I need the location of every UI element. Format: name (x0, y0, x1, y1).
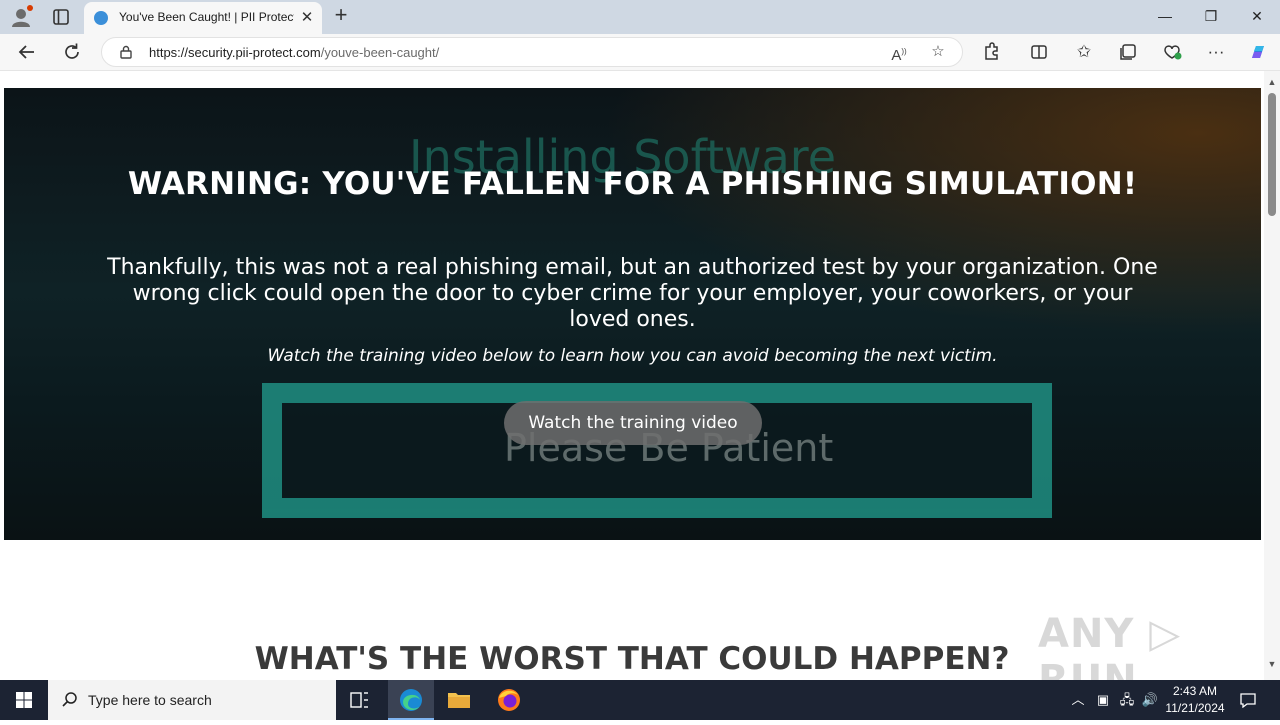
close-window-button[interactable]: ✕ (1243, 5, 1271, 27)
reload-icon[interactable] (59, 39, 85, 65)
browser-essentials-icon[interactable] (1159, 39, 1185, 65)
browser-tab-active[interactable]: You've Been Caught! | PII Protect ✕ (84, 2, 322, 34)
hero-banner: Installing Software Please Be Patient WA… (4, 88, 1261, 540)
clock-date: 11/21/2024 (1165, 701, 1225, 715)
edge-icon[interactable] (388, 680, 434, 720)
back-icon[interactable] (14, 39, 40, 65)
scroll-thumb[interactable] (1268, 93, 1276, 216)
page-scrollbar[interactable]: ▲ ▼ (1264, 71, 1280, 680)
url-text[interactable]: https://security.pii-protect.com/youve-b… (149, 45, 439, 60)
new-tab-button[interactable]: + (330, 4, 352, 27)
search-placeholder: Type here to search (88, 692, 212, 708)
tab-actions-icon[interactable] (50, 6, 72, 28)
scroll-down-icon[interactable]: ▼ (1267, 659, 1277, 669)
watch-training-video-button[interactable]: Watch the training video (504, 401, 762, 445)
page-viewport: Installing Software Please Be Patient WA… (0, 70, 1280, 680)
notification-dot (27, 5, 33, 11)
scroll-up-icon[interactable]: ▲ (1267, 77, 1277, 87)
hero-title: WARNING: YOU'VE FALLEN FOR A PHISHING SI… (127, 166, 1138, 202)
favorite-star-icon[interactable]: ☆ (927, 41, 949, 63)
hero-body: Thankfully, this was not a real phishing… (107, 255, 1158, 332)
tab-bar: You've Been Caught! | PII Protect ✕ + — … (0, 0, 1280, 34)
read-aloud-icon[interactable]: A)) (888, 41, 910, 64)
anyrun-watermark-logo: ANY ▷ RUN (1038, 611, 1182, 680)
browser-toolbar: https://security.pii-protect.com/youve-b… (0, 34, 1280, 70)
notifications-icon[interactable] (1238, 692, 1258, 709)
tab-title: You've Been Caught! | PII Protect (119, 10, 294, 24)
file-explorer-icon[interactable] (436, 680, 482, 720)
url-path: /youve-been-caught/ (320, 45, 440, 60)
taskbar-clock[interactable]: 2:43 AM 11/21/2024 (1160, 683, 1230, 717)
more-icon[interactable]: ··· (1203, 39, 1229, 65)
site-favicon-icon (94, 11, 108, 25)
tray-chevron-icon[interactable]: ︿ (1070, 692, 1086, 708)
close-tab-icon[interactable]: ✕ (298, 9, 316, 27)
clock-time: 2:43 AM (1172, 684, 1218, 698)
network-icon[interactable]: 🖧 (1118, 692, 1136, 708)
extensions-icon[interactable] (978, 39, 1004, 65)
tray-device-icon[interactable]: ▣ (1094, 692, 1112, 708)
restore-button[interactable]: ❐ (1197, 5, 1225, 27)
taskbar-search-box[interactable]: Type here to search (48, 680, 336, 720)
minimize-button[interactable]: — (1151, 5, 1179, 27)
split-screen-icon[interactable] (1026, 39, 1052, 65)
taskbar: Type here to search ︿ ▣ 🖧 🔊 2:43 AM 11/2… (0, 680, 1280, 720)
address-bar[interactable]: https://security.pii-protect.com/youve-b… (101, 37, 963, 67)
copilot-icon[interactable] (1245, 39, 1271, 65)
windows-start-icon[interactable] (0, 680, 48, 720)
search-icon (61, 691, 79, 709)
collections-icon[interactable] (1115, 39, 1141, 65)
favorites-icon[interactable]: ✩ (1071, 39, 1097, 65)
lock-icon[interactable] (119, 45, 133, 59)
volume-icon[interactable]: 🔊 (1141, 692, 1159, 708)
url-host: https://security.pii-protect.com (149, 45, 321, 60)
hero-subtitle: Watch the training video below to learn … (267, 346, 998, 366)
firefox-icon[interactable] (486, 680, 532, 720)
task-view-icon[interactable] (336, 680, 382, 720)
